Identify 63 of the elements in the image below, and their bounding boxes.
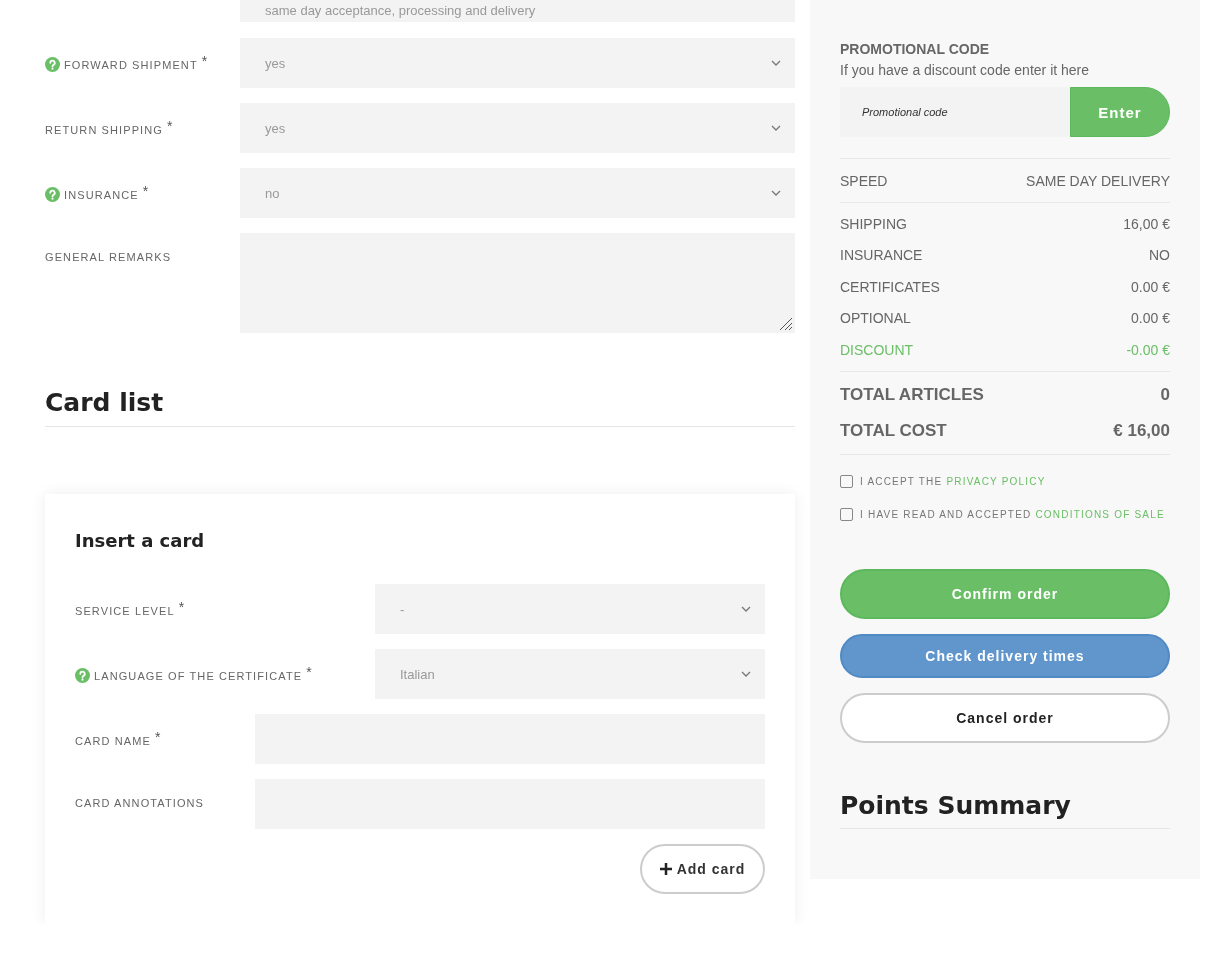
chevron-down-icon	[771, 190, 781, 196]
summary-label: DISCOUNT	[840, 341, 914, 358]
summary-label: SPEED	[840, 172, 888, 189]
field-label: INSURANCE *	[64, 186, 150, 202]
agreement-link[interactable]: CONDITIONS OF SALE	[1035, 508, 1165, 520]
dropdown-field[interactable]: yes	[240, 38, 795, 88]
help-icon[interactable]	[75, 667, 90, 683]
chevron-down-icon	[741, 671, 751, 677]
chevron-down-icon	[741, 606, 751, 612]
chevron-down-icon	[771, 60, 781, 66]
dropdown-value: Italian	[400, 666, 435, 682]
chevron-down-icon	[771, 125, 781, 131]
summary-value: NO	[1149, 247, 1170, 264]
card-title: Insert a card	[75, 530, 206, 551]
field-label: GENERAL REMARKS	[45, 251, 172, 263]
summary-label: INSURANCE	[840, 247, 923, 264]
summary-label: SHIPPING	[840, 215, 907, 232]
promo-code-field[interactable]: Promotional code	[840, 87, 1070, 137]
checkbox[interactable]	[840, 474, 853, 488]
total-value: 0	[1160, 384, 1170, 405]
agreement-text: I HAVE READ AND ACCEPTED CONDITIONS OF SALE	[860, 508, 1165, 520]
dropdown-value: -	[400, 601, 405, 617]
cancel-order-button[interactable]: Cancel order	[840, 692, 1170, 743]
enter-button[interactable]: Enter	[1070, 87, 1170, 137]
summary-value: 0.00 €	[1131, 278, 1170, 295]
field-label: CARD ANNOTATIONS	[75, 797, 205, 809]
dropdown-field[interactable]: -	[375, 584, 765, 634]
total-label: TOTAL COST	[840, 420, 947, 441]
dropdown-field[interactable]: no	[240, 168, 795, 218]
dropdown-value: yes	[265, 120, 286, 136]
summary-value: 0.00 €	[1131, 310, 1170, 327]
field-label: RETURN SHIPPING *	[45, 121, 174, 137]
field-label: SERVICE LEVEL *	[75, 602, 186, 618]
confirm-order-button[interactable]: Confirm order	[840, 568, 1170, 619]
field-label: LANGUAGE OF THE CERTIFICATE *	[94, 667, 313, 683]
add-card-button[interactable]: Add card	[640, 844, 765, 894]
checkbox[interactable]	[840, 507, 853, 521]
resize-handle-icon[interactable]	[779, 317, 793, 331]
summary-value: -0.00 €	[1126, 341, 1170, 358]
dropdown-value: no	[265, 185, 280, 201]
agreement-link[interactable]: PRIVACY POLICY	[946, 475, 1046, 487]
summary-value: 16,00 €	[1123, 215, 1170, 232]
help-icon[interactable]	[45, 56, 60, 72]
promo-subtitle: If you have a discount code enter it here	[840, 62, 1091, 78]
agreement-text: I ACCEPT THE PRIVACY POLICY	[860, 475, 1046, 487]
dropdown-value: same day acceptance, processing and delivery	[265, 3, 536, 18]
dropdown-field[interactable]: Italian	[375, 649, 765, 699]
section-heading: Card list	[45, 388, 795, 427]
total-value: € 16,00	[1113, 420, 1170, 441]
dropdown-field[interactable]: yes	[240, 103, 795, 153]
summary-label: OPTIONAL	[840, 310, 911, 327]
summary-label: CERTIFICATES	[840, 278, 940, 295]
total-label: TOTAL ARTICLES	[840, 384, 984, 405]
field-label: CARD NAME *	[75, 732, 162, 748]
points-heading: Points Summary	[840, 790, 1170, 829]
check-delivery-button[interactable]: Check delivery times	[840, 633, 1170, 678]
help-icon[interactable]	[45, 186, 60, 202]
summary-value: SAME DAY DELIVERY	[1026, 172, 1170, 189]
promo-title: PROMOTIONAL CODE	[840, 41, 991, 57]
dropdown-field[interactable]: same day acceptance, processing and delivery	[240, 0, 795, 22]
dropdown-value: yes	[265, 55, 286, 71]
plus-icon	[659, 863, 672, 875]
field-label: FORWARD SHIPMENT *	[64, 56, 209, 72]
